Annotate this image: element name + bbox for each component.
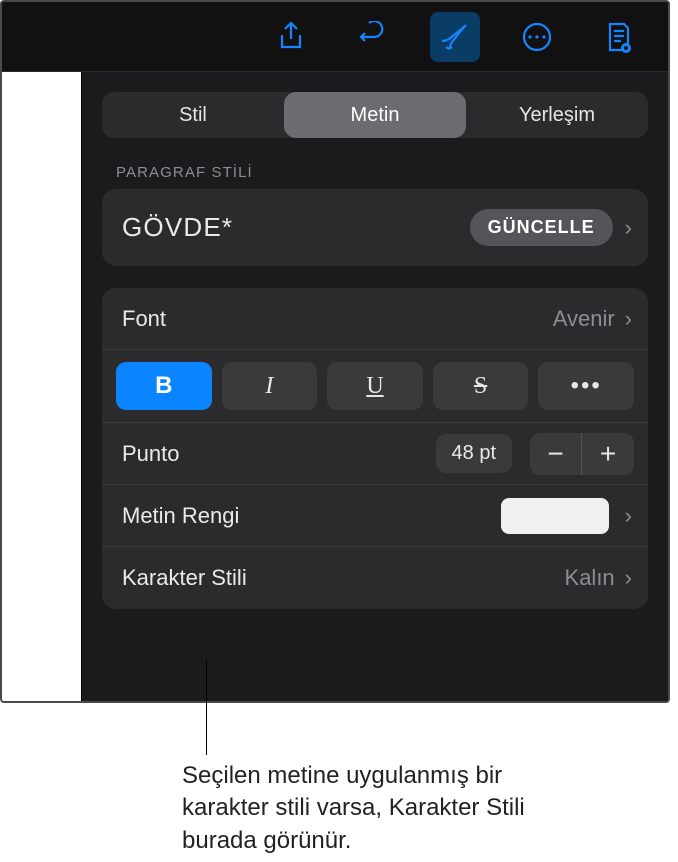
more-text-options-button[interactable]: ••• (538, 362, 634, 410)
update-style-button[interactable]: GÜNCELLE (470, 209, 613, 246)
chevron-right-icon: › (623, 215, 634, 241)
undo-icon[interactable] (348, 12, 398, 62)
paragraph-style-name: GÖVDE* (122, 212, 460, 243)
size-stepper: − + (530, 433, 634, 475)
top-toolbar (2, 2, 668, 72)
chevron-right-icon: › (623, 503, 634, 529)
text-color-row[interactable]: Metin Rengi › (102, 485, 648, 547)
paragraph-style-card: GÖVDE* GÜNCELLE › (102, 189, 648, 266)
italic-button[interactable]: I (222, 362, 318, 410)
callout-text: Seçilen metine uygulanmış bir karakter s… (182, 760, 582, 857)
format-tabs: Stil Metin Yerleşim (102, 92, 648, 138)
document-options-icon[interactable] (594, 12, 644, 62)
size-increase-button[interactable]: + (582, 433, 634, 475)
character-style-value: Kalın (565, 565, 615, 591)
paragraph-style-row[interactable]: GÖVDE* GÜNCELLE › (102, 189, 648, 266)
format-panel: Stil Metin Yerleşim PARAGRAF STİLİ GÖVDE… (82, 72, 668, 701)
callout-leader-line (206, 660, 207, 755)
chevron-right-icon: › (623, 306, 634, 332)
paragraph-style-heading: PARAGRAF STİLİ (116, 164, 648, 181)
font-value: Avenir (553, 306, 615, 332)
tab-arrange[interactable]: Yerleşim (466, 92, 648, 138)
share-icon[interactable] (266, 12, 316, 62)
character-style-label: Karakter Stili (122, 565, 557, 591)
tab-style[interactable]: Stil (102, 92, 284, 138)
font-label: Font (122, 306, 545, 332)
size-label: Punto (122, 441, 428, 467)
character-style-row[interactable]: Karakter Stili Kalın › (102, 547, 648, 609)
text-color-label: Metin Rengi (122, 503, 493, 529)
font-row[interactable]: Font Avenir › (102, 288, 648, 350)
strikethrough-button[interactable]: S (433, 362, 529, 410)
underline-button[interactable]: U (327, 362, 423, 410)
text-style-buttons: B I U S ••• (102, 350, 648, 423)
bold-button[interactable]: B (116, 362, 212, 410)
size-value[interactable]: 48 pt (436, 434, 512, 473)
size-row: Punto 48 pt − + (102, 423, 648, 485)
device-frame: Stil Metin Yerleşim PARAGRAF STİLİ GÖVDE… (0, 0, 670, 703)
size-decrease-button[interactable]: − (530, 433, 582, 475)
chevron-right-icon: › (623, 565, 634, 591)
document-page[interactable] (2, 72, 82, 701)
text-color-swatch[interactable] (501, 498, 609, 534)
format-brush-icon[interactable] (430, 12, 480, 62)
editor-area: Stil Metin Yerleşim PARAGRAF STİLİ GÖVDE… (2, 72, 668, 701)
font-group-card: Font Avenir › B I U S ••• Punto 48 pt − (102, 288, 648, 609)
tab-text[interactable]: Metin (284, 92, 466, 138)
more-icon[interactable] (512, 12, 562, 62)
